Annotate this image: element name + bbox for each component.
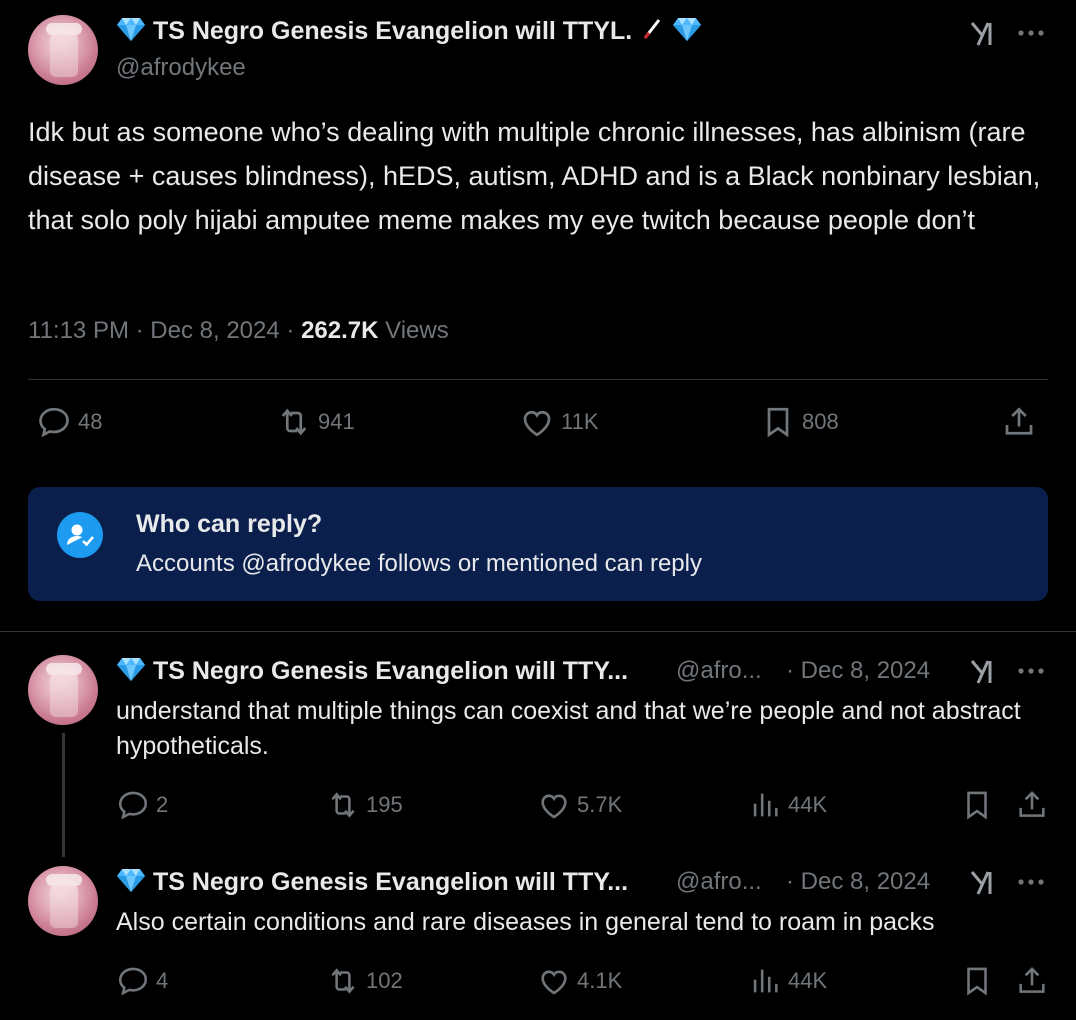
display-name: TS Negro Genesis Evangelion will TTY...: [152, 868, 629, 896]
cane-icon: [643, 19, 661, 39]
bookmark-icon[interactable]: [960, 964, 994, 998]
views-button[interactable]: 44K: [748, 964, 827, 998]
avatar[interactable]: [28, 15, 98, 85]
author-handle[interactable]: @afro...: [676, 868, 762, 896]
bookmark-button[interactable]: 808: [760, 404, 839, 440]
who-can-reply-title: Who can reply?: [136, 510, 323, 538]
views-icon: [748, 788, 782, 822]
diamond-icon: [116, 867, 146, 893]
retweet-button[interactable]: 102: [326, 964, 403, 998]
retweet-icon: [326, 964, 360, 998]
views-button[interactable]: 44K: [748, 788, 827, 822]
retweet-count: 102: [366, 968, 403, 993]
divider: [28, 379, 1048, 380]
tweet-date[interactable]: · Dec 8, 2024: [786, 868, 930, 896]
tweet-text: Idk but as someone who’s dealing with mu…: [28, 117, 1041, 235]
author-name[interactable]: TS Negro Genesis Evangelion will TTY...: [116, 867, 628, 897]
like-button[interactable]: 4.1K: [537, 964, 622, 998]
diamond-icon: [672, 16, 702, 42]
like-count: 4.1K: [577, 968, 623, 993]
avatar[interactable]: [28, 655, 98, 725]
share-button[interactable]: [1001, 404, 1043, 440]
views-count: 44K: [788, 792, 828, 817]
reply-icon: [116, 964, 150, 998]
like-button[interactable]: 5.7K: [537, 788, 622, 822]
bookmark-icon: [760, 404, 796, 440]
separator: ·: [135, 317, 151, 344]
who-can-reply-box: Who can reply? Accounts @afrodykee follo…: [28, 487, 1048, 601]
diamond-icon: [116, 656, 146, 682]
tweet-date[interactable]: · Dec 8, 2024: [786, 657, 930, 685]
author-handle[interactable]: @afrodykee: [116, 54, 246, 82]
heart-icon: [519, 404, 555, 440]
reply-icon: [116, 788, 150, 822]
grok-icon[interactable]: [968, 657, 998, 687]
retweet-count: 941: [318, 409, 355, 434]
views-count: 262.7K: [301, 317, 379, 344]
tweet-date[interactable]: Dec 8, 2024: [150, 317, 279, 344]
reply-count: 2: [156, 792, 169, 817]
divider: [0, 631, 1076, 632]
views-label: Views: [385, 317, 449, 344]
reply-count: 4: [156, 968, 169, 993]
user-check-icon: [57, 512, 103, 558]
author-handle[interactable]: @afro...: [676, 657, 762, 685]
tweet-meta: 11:13 PM · Dec 8, 2024 · 262.7K Views: [28, 317, 449, 345]
retweet-icon: [276, 404, 312, 440]
more-options-icon[interactable]: [1016, 877, 1046, 887]
retweet-count: 195: [366, 792, 403, 817]
display-name: TS Negro Genesis Evangelion will TTYL.: [152, 17, 633, 45]
like-count: 5.7K: [577, 792, 623, 817]
reply-button[interactable]: 2: [116, 788, 168, 822]
views-icon: [748, 964, 782, 998]
thread-line: [62, 733, 65, 857]
bookmark-count: 808: [802, 409, 839, 434]
retweet-icon: [326, 788, 360, 822]
like-button[interactable]: 11K: [519, 404, 599, 440]
avatar[interactable]: [28, 866, 98, 936]
reply-text: understand that multiple things can coex…: [116, 697, 1021, 760]
retweet-button[interactable]: 941: [276, 404, 355, 440]
reply-icon: [36, 404, 72, 440]
display-name: TS Negro Genesis Evangelion will TTY...: [152, 657, 629, 685]
share-icon[interactable]: [1015, 788, 1049, 822]
like-count: 11K: [561, 409, 599, 434]
retweet-button[interactable]: 195: [326, 788, 403, 822]
author-name[interactable]: TS Negro Genesis Evangelion will TTY...: [116, 656, 628, 686]
views-count: 44K: [788, 968, 828, 993]
bookmark-icon[interactable]: [960, 788, 994, 822]
share-icon: [1001, 404, 1037, 440]
more-options-icon[interactable]: [1016, 28, 1046, 38]
reply-count: 48: [78, 409, 103, 434]
diamond-icon: [116, 16, 146, 42]
who-can-reply-subtitle: Accounts @afrodykee follows or mentioned…: [136, 550, 702, 577]
heart-icon: [537, 964, 571, 998]
tweet-time[interactable]: 11:13 PM: [28, 317, 129, 344]
reply-text: Also certain conditions and rare disease…: [116, 908, 935, 936]
reply-button[interactable]: 48: [36, 404, 102, 440]
grok-icon[interactable]: [968, 19, 998, 49]
more-options-icon[interactable]: [1016, 666, 1046, 676]
heart-icon: [537, 788, 571, 822]
author-name[interactable]: TS Negro Genesis Evangelion will TTYL.: [116, 16, 702, 46]
reply-button[interactable]: 4: [116, 964, 168, 998]
separator: ·: [286, 317, 302, 344]
share-icon[interactable]: [1015, 964, 1049, 998]
grok-icon[interactable]: [968, 868, 998, 898]
